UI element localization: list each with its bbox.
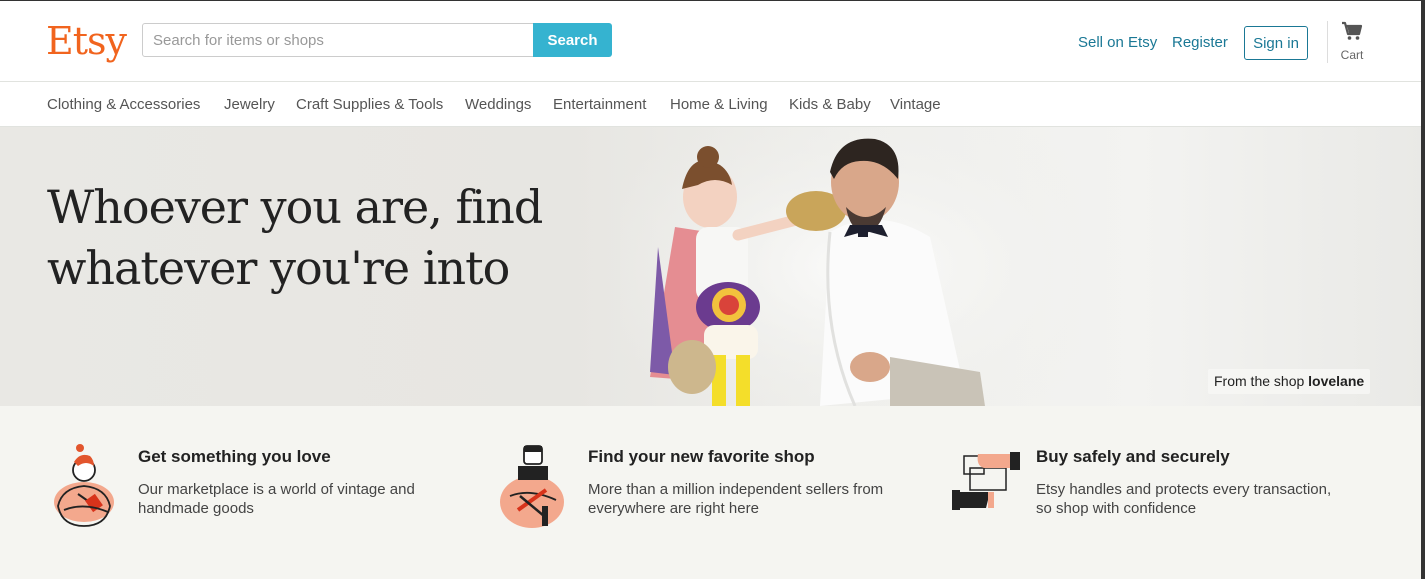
cart-button[interactable]: Cart [1334,21,1370,62]
hero-title: Whoever you are, find whatever you're in… [47,177,607,299]
category-vintage[interactable]: Vintage [890,96,941,113]
feature-text: Etsy handles and protects every transact… [1036,481,1332,517]
search-button[interactable]: Search [533,23,612,57]
person-holding-item-icon [54,444,114,527]
feature-text: More than a million independent sellers … [588,481,884,517]
category-entertainment[interactable]: Entertainment [553,96,646,113]
header-divider [1327,21,1328,63]
seller-crafting-icon [500,445,564,528]
feature-text: Our marketplace is a world of vintage an… [138,481,415,517]
site-header: Etsy Search Sell on Etsy Register Sign i… [0,0,1425,82]
feature-title: Buy safely and securely [1036,447,1230,466]
category-craft-supplies[interactable]: Craft Supplies & Tools [296,96,443,113]
cart-icon [1342,21,1363,40]
cart-label: Cart [1340,48,1364,62]
sign-in-button[interactable]: Sign in [1244,26,1308,60]
feature-title: Find your new favorite shop [588,447,815,466]
photo-credit[interactable]: From the shop lovelane [1208,369,1371,394]
hero-photo [620,127,1100,406]
photo-credit-prefix: From the shop [1214,373,1305,389]
category-weddings[interactable]: Weddings [465,96,531,113]
sell-on-etsy-link[interactable]: Sell on Etsy [1078,34,1157,51]
window-edge [1421,0,1425,579]
hero-title-line-1: Whoever you are, find [47,180,543,234]
hands-exchange-icon [952,452,1020,510]
etsy-logo[interactable]: Etsy [46,19,127,63]
category-nav: Clothing & Accessories Jewelry Craft Sup… [0,82,1425,127]
category-clothing-accessories[interactable]: Clothing & Accessories [47,96,200,113]
feature-title: Get something you love [138,447,331,466]
search-input[interactable] [142,23,534,57]
category-home-living[interactable]: Home & Living [670,96,768,113]
value-props: Get something you love Our marketplace i… [0,406,1425,579]
register-link[interactable]: Register [1172,34,1228,51]
photo-credit-shop[interactable]: lovelane [1308,373,1364,389]
category-kids-baby[interactable]: Kids & Baby [789,96,871,113]
hero-banner[interactable]: Whoever you are, find whatever you're in… [0,127,1425,406]
hero-title-line-2: whatever you're into [47,241,510,295]
category-jewelry[interactable]: Jewelry [224,96,275,113]
